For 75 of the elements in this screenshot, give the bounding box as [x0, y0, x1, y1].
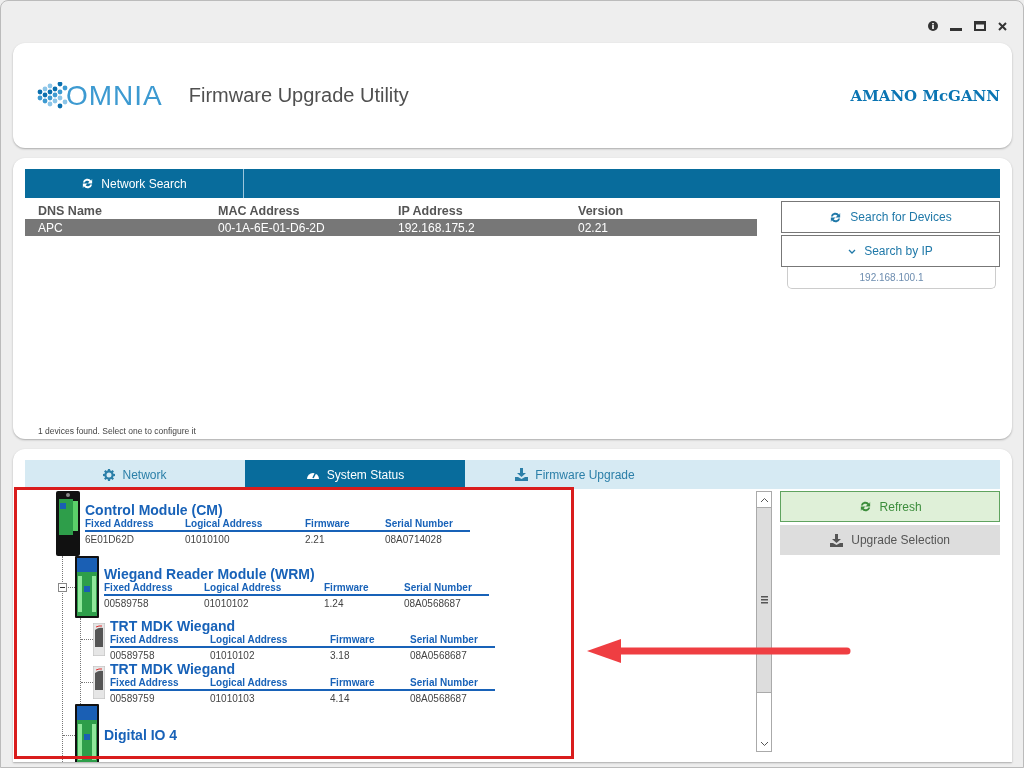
field-label: Fixed Address	[85, 518, 185, 532]
field-value: 01010103	[210, 692, 256, 704]
field-label: Firmware	[324, 581, 404, 596]
logo-text: OMNIA	[66, 79, 163, 112]
download-icon	[830, 533, 844, 547]
brand-logo: AMANO McGANN	[850, 86, 1000, 105]
field-value: 4.14	[330, 692, 351, 704]
refresh-icon	[858, 500, 872, 513]
upgrade-button[interactable]: Upgrade Selection	[780, 525, 1000, 555]
field-value: 00589758	[110, 649, 156, 661]
grip-icon	[760, 596, 768, 604]
device-name: TRT MDK Wiegand	[110, 618, 237, 634]
field-value: 01010102	[210, 649, 256, 661]
refresh-icon	[81, 177, 95, 190]
field-label: Serial Number	[410, 634, 495, 648]
field-label: Firmware	[330, 677, 410, 691]
app-title: Firmware Upgrade Utility	[188, 84, 410, 107]
device-row[interactable]: APC 00-1A-6E-01-D6-2D 192.168.175.2 02.21	[25, 219, 757, 236]
collapse-toggle[interactable]	[58, 582, 67, 592]
field-value: 01010102	[204, 596, 250, 609]
panel-tab[interactable]: Network	[25, 460, 245, 489]
chevron-down-icon	[848, 247, 857, 255]
device-name: Control Module (CM)	[85, 502, 224, 518]
column-header: DNS Name	[38, 203, 103, 218]
search-by-ip-button[interactable]: Search by IP	[781, 235, 1000, 267]
close-icon[interactable]	[998, 21, 1007, 31]
dots-logo-icon	[37, 82, 68, 109]
column-header: IP Address	[398, 203, 464, 218]
field-value: 1.24	[324, 596, 345, 609]
field-label: Firmware	[330, 634, 410, 648]
refresh-icon	[829, 210, 843, 224]
ip-address-field[interactable]: 192.168.100.1	[787, 267, 996, 289]
field-value: 00589759	[110, 692, 156, 704]
field-label: Fixed Address	[104, 581, 204, 596]
field-value: 00589758	[104, 596, 150, 609]
scrollbar[interactable]	[756, 491, 773, 752]
device-name: Digital IO 4	[104, 727, 178, 743]
refresh-button[interactable]: Refresh	[780, 491, 1000, 522]
scroll-down-icon	[759, 740, 769, 747]
card-reader-icon	[93, 623, 105, 656]
field-label: Serial Number	[385, 518, 470, 532]
status-text: 1 devices found. Select one to configure it	[38, 426, 196, 436]
field-label: Fixed Address	[110, 634, 210, 648]
download-icon	[515, 468, 529, 481]
field-label: Logical Address	[204, 581, 324, 596]
gear-icon	[103, 468, 116, 481]
field-label: Logical Address	[185, 518, 305, 532]
device-name: TRT MDK Wiegand	[110, 661, 237, 677]
field-label: Fixed Address	[110, 677, 210, 691]
field-value: 08A0568687	[404, 596, 462, 609]
panel-tab[interactable]: System Status	[245, 460, 465, 489]
field-label: Firmware	[305, 518, 385, 532]
circuit-board-icon	[75, 704, 99, 762]
field-value: 6E01D62D	[85, 533, 135, 545]
circuit-board-icon	[75, 556, 99, 618]
info-icon[interactable]	[928, 21, 938, 31]
field-label: Logical Address	[210, 634, 330, 648]
column-header: MAC Address	[218, 203, 301, 218]
field-label: Logical Address	[210, 677, 330, 691]
field-value: 01010100	[185, 533, 231, 545]
column-header: Version	[578, 203, 625, 218]
field-value: 08A0568687	[410, 692, 468, 704]
field-value: 2.21	[305, 533, 326, 545]
search-button[interactable]: Search for Devices	[781, 201, 1000, 233]
panel-tab[interactable]: Firmware Upgrade	[465, 460, 685, 489]
card-reader-icon	[93, 666, 105, 699]
field-value: 08A0714028	[385, 533, 443, 545]
device-name: Wiegand Reader Module (WRM)	[104, 565, 316, 582]
maximize-icon[interactable]	[974, 21, 986, 31]
field-value: 08A0568687	[410, 649, 468, 661]
field-value: 3.18	[330, 649, 351, 661]
field-label: Serial Number	[404, 581, 489, 596]
control-module-icon	[56, 491, 80, 556]
scroll-up-icon	[759, 496, 769, 503]
field-label: Serial Number	[410, 677, 495, 691]
